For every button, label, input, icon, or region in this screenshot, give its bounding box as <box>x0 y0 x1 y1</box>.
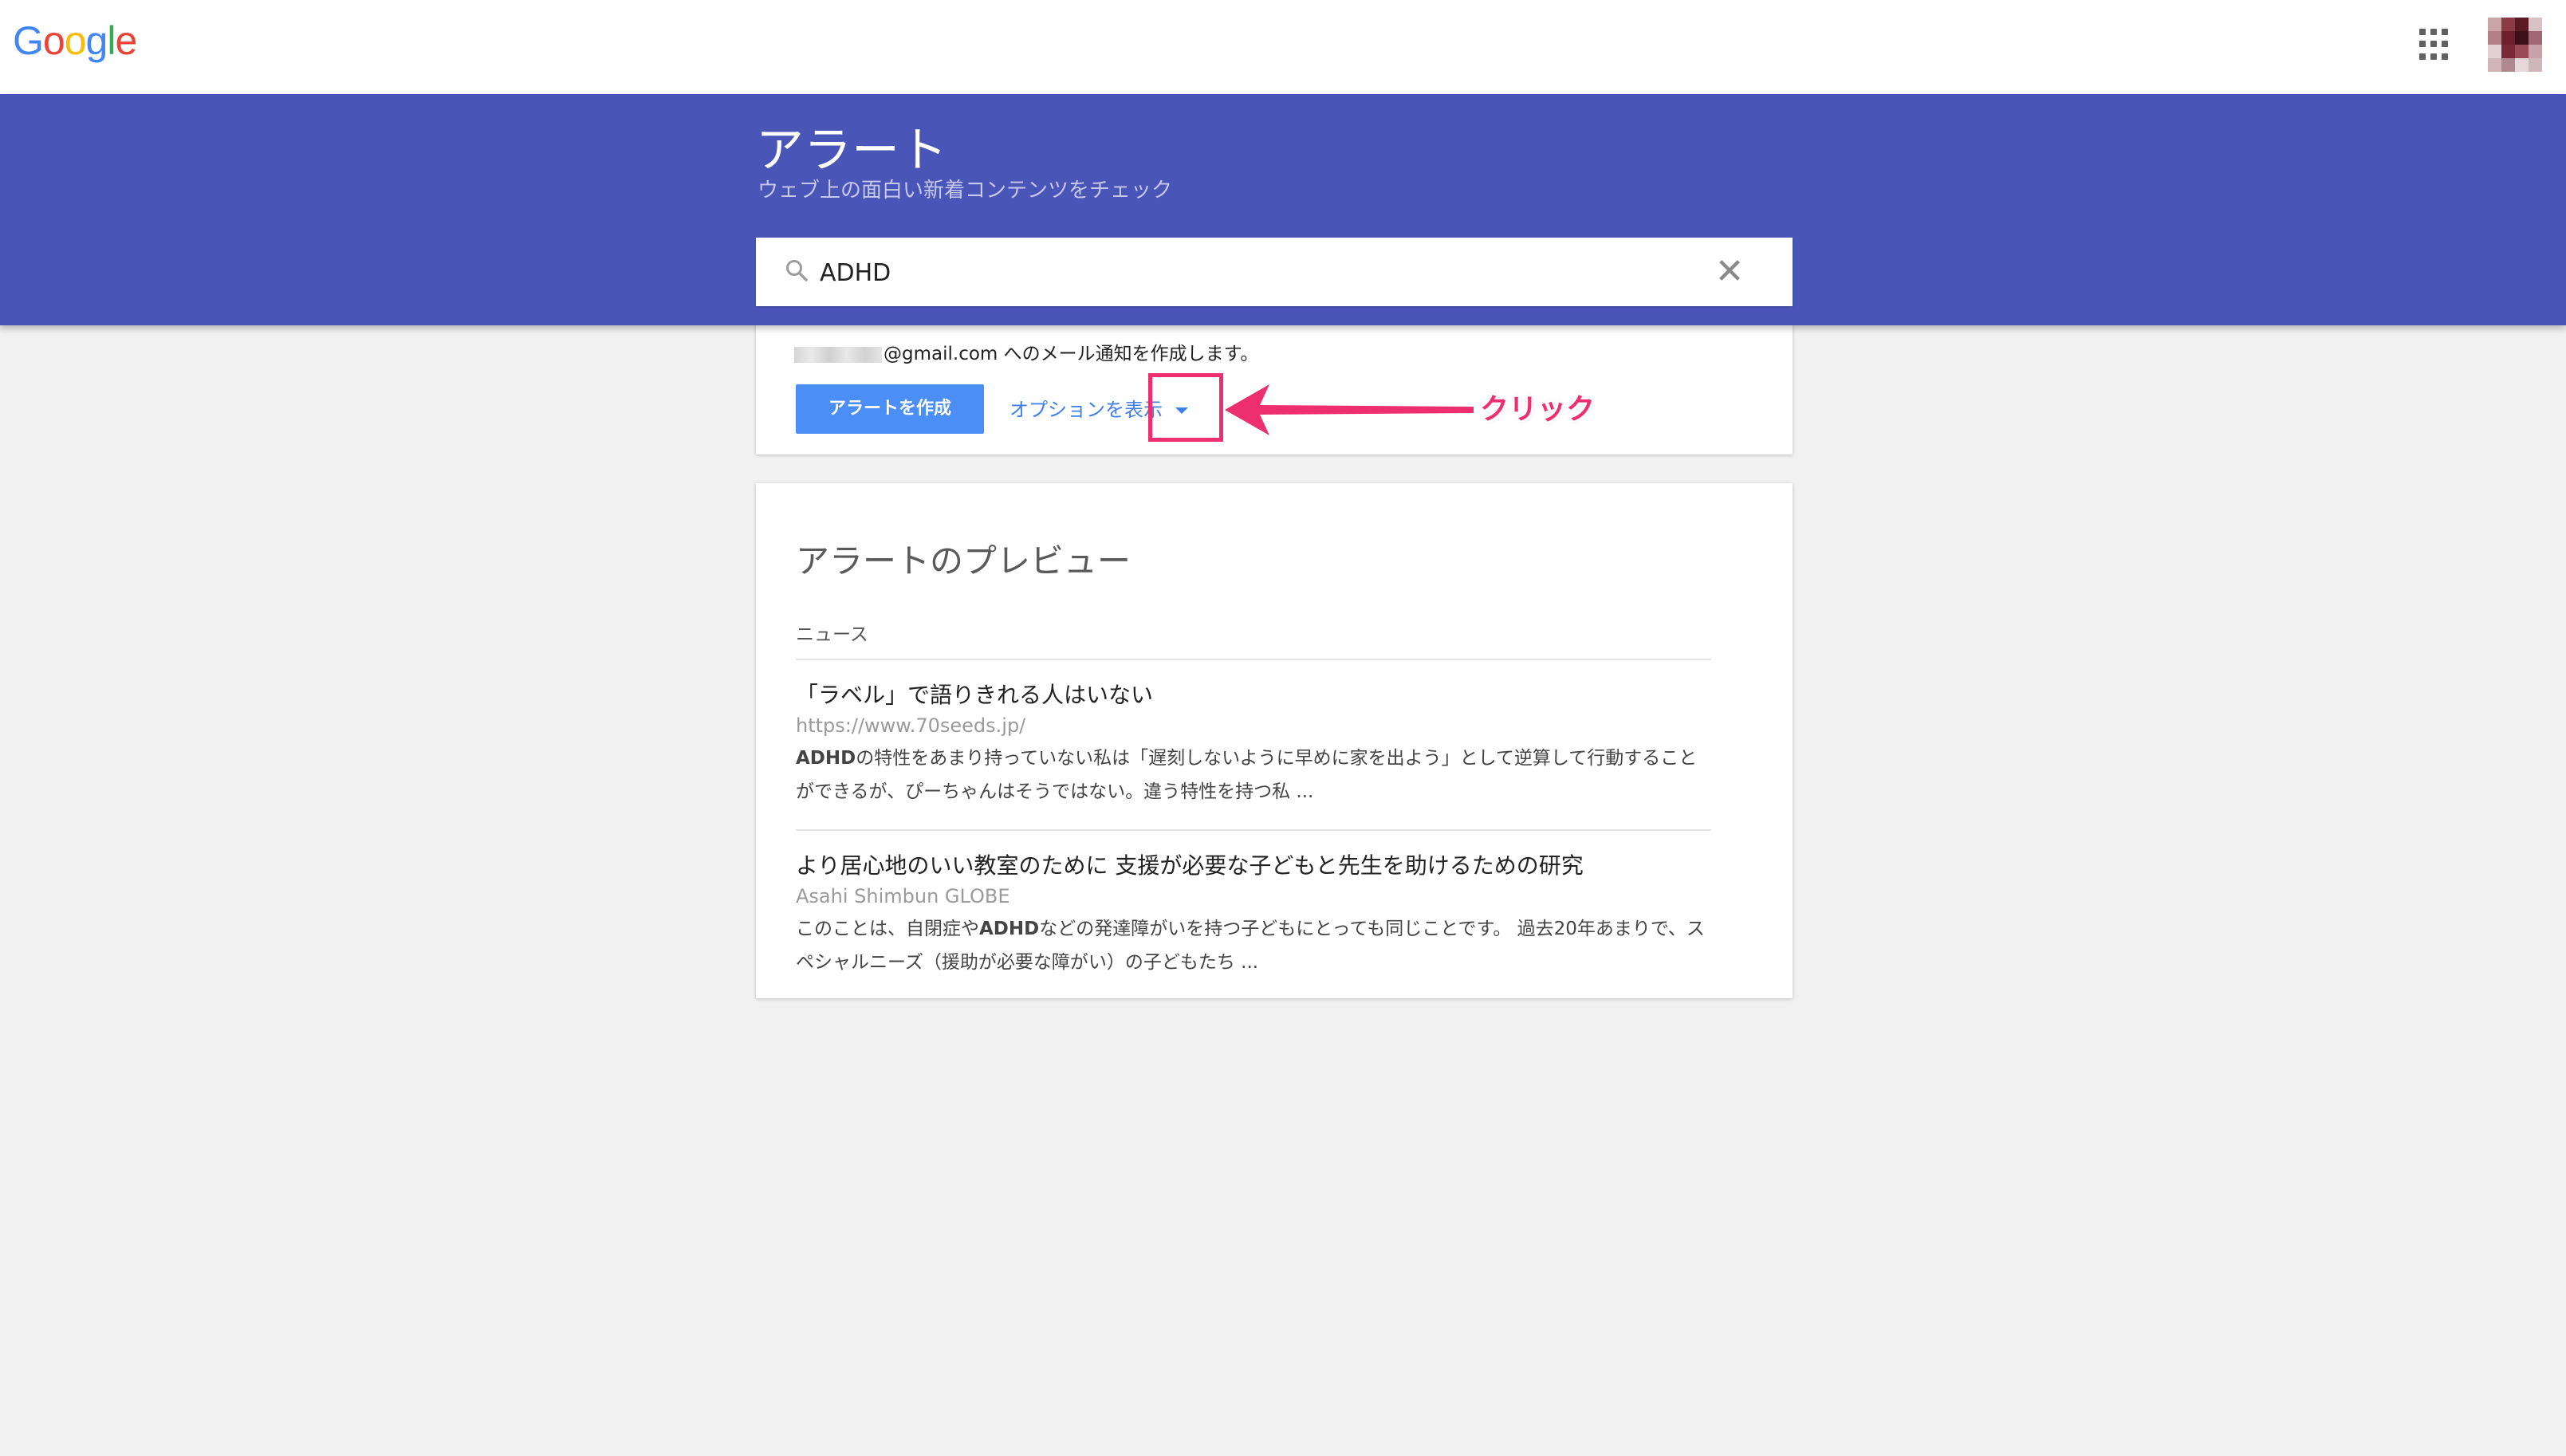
snippet-keyword: ADHD <box>796 748 856 769</box>
logo-letter: e <box>115 18 137 63</box>
snippet-keyword: ADHD <box>979 919 1040 939</box>
search-input[interactable] <box>818 249 1698 297</box>
search-icon <box>786 260 808 281</box>
redacted-email <box>794 346 882 363</box>
logo-letter: o <box>64 18 87 63</box>
arrow-left-icon <box>1225 384 1474 435</box>
news-item-source: Asahi Shimbun GLOBE <box>796 885 1010 907</box>
news-item-snippet: このことは、自閉症やADHDなどの発達障がいを持つ子どもにとっても同じことです。… <box>796 912 1713 979</box>
logo-letter: l <box>107 18 116 63</box>
news-item-snippet: ADHDの特性をあまり持っていない私は「遅刻しないように早めに家を出よう」として… <box>796 742 1713 809</box>
logo-letter: g <box>85 18 108 63</box>
highlight-box <box>1148 373 1223 442</box>
annotation-label: クリック <box>1480 393 1596 426</box>
top-bar: Google <box>0 0 2566 94</box>
user-avatar[interactable] <box>2488 18 2542 72</box>
google-logo[interactable]: Google <box>13 18 137 64</box>
news-item-source: https://www.70seeds.jp/ <box>796 714 1026 737</box>
divider <box>796 659 1711 660</box>
apps-grid-icon[interactable] <box>2419 29 2451 61</box>
alert-search-box: ✕ <box>756 238 1793 306</box>
page-subtitle: ウェブ上の面白い新着コンテンツをチェック <box>758 179 1173 203</box>
create-alert-button[interactable]: アラートを作成 <box>796 384 984 434</box>
news-item-title[interactable]: 「ラベル」で語りきれる人はいない <box>796 678 1153 710</box>
snippet-text: このことは、自閉症や <box>796 919 979 939</box>
alert-preview-card: アラートのプレビュー ニュース 「ラベル」で語りきれる人はいない https:/… <box>756 483 1793 998</box>
logo-letter: G <box>13 18 44 63</box>
page-title: アラート <box>756 123 947 179</box>
close-icon[interactable]: ✕ <box>1710 252 1749 292</box>
divider <box>796 829 1711 831</box>
snippet-text: の特性をあまり持っていない私は「遅刻しないように早めに家を出よう」として逆算して… <box>796 748 1698 802</box>
logo-letter: o <box>42 18 65 63</box>
section-label-news: ニュース <box>796 624 868 645</box>
preview-title: アラートのプレビュー <box>796 541 1131 580</box>
email-notice: @gmail.com へのメール通知を作成します。 <box>794 338 1258 365</box>
email-notice-text: @gmail.com へのメール通知を作成します。 <box>884 344 1259 364</box>
show-options-label: オプションを表示 <box>1009 399 1163 421</box>
news-item-title[interactable]: より居心地のいい教室のために 支援が必要な子どもと先生を助けるための研究 <box>796 848 1584 880</box>
